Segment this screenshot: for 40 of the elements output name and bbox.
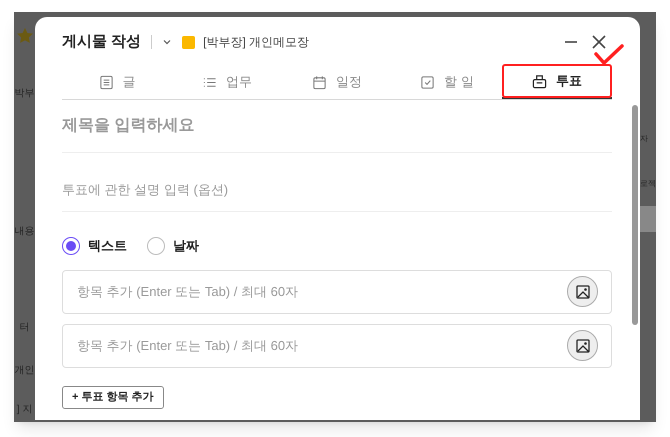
title-input-field[interactable]: 제목을 입력하세요 [62,114,612,138]
checkbox-icon [420,74,436,90]
tab[interactable]: 업무 [172,65,282,99]
background-text: 터 [20,323,30,333]
scrollbar-thumb[interactable] [632,105,638,325]
radio-button[interactable] [147,236,165,255]
star-icon [16,27,34,45]
vote-type-radio[interactable]: 날짜 [147,236,199,256]
tab[interactable]: 글 [62,65,172,99]
background-text: 로젝 [640,180,656,188]
image-icon [576,338,590,352]
vote-type-radio[interactable]: 텍스트 [62,236,127,256]
tab[interactable]: 할 일 [392,65,502,99]
close-icon [592,35,606,49]
chevron-down-icon[interactable] [162,37,172,47]
image-button[interactable] [567,330,598,361]
background-text: 박부 [14,89,34,99]
image-icon [576,284,590,298]
close-button[interactable] [591,34,607,50]
check-mark-icon [594,44,624,66]
option-field[interactable]: 항목 추가 (Enter 또는 Tab) / 최대 60자 [62,324,612,368]
ballot-box-icon [532,74,547,88]
background-text: 자 [640,135,648,143]
add-option-button[interactable]: + 투표 항목 추가 [62,386,164,408]
document-icon [98,74,114,90]
background-text: ] 지 [16,405,32,415]
tab[interactable]: 투표 [502,65,612,99]
board-name[interactable]: [박부장] 개인메모장 [203,33,310,51]
option-field[interactable]: 항목 추가 (Enter 또는 Tab) / 최대 60자 [62,270,612,314]
radio-button[interactable] [62,236,80,255]
background-text: 개인 [14,366,34,376]
option-input-field[interactable]: 항목 추가 (Enter 또는 Tab) / 최대 60자 [77,282,567,302]
calendar-icon [312,74,327,90]
photo-placeholder [640,206,656,232]
tab[interactable]: 일정 [282,65,392,99]
dialog-title: 게시물 작성 [62,32,142,52]
description-input-field[interactable]: 투표에 관한 설명 입력 (옵션) [62,180,612,199]
background-text: 내용 [14,227,34,237]
option-input-field[interactable]: 항목 추가 (Enter 또는 Tab) / 최대 60자 [77,336,567,356]
image-button[interactable] [567,276,598,307]
